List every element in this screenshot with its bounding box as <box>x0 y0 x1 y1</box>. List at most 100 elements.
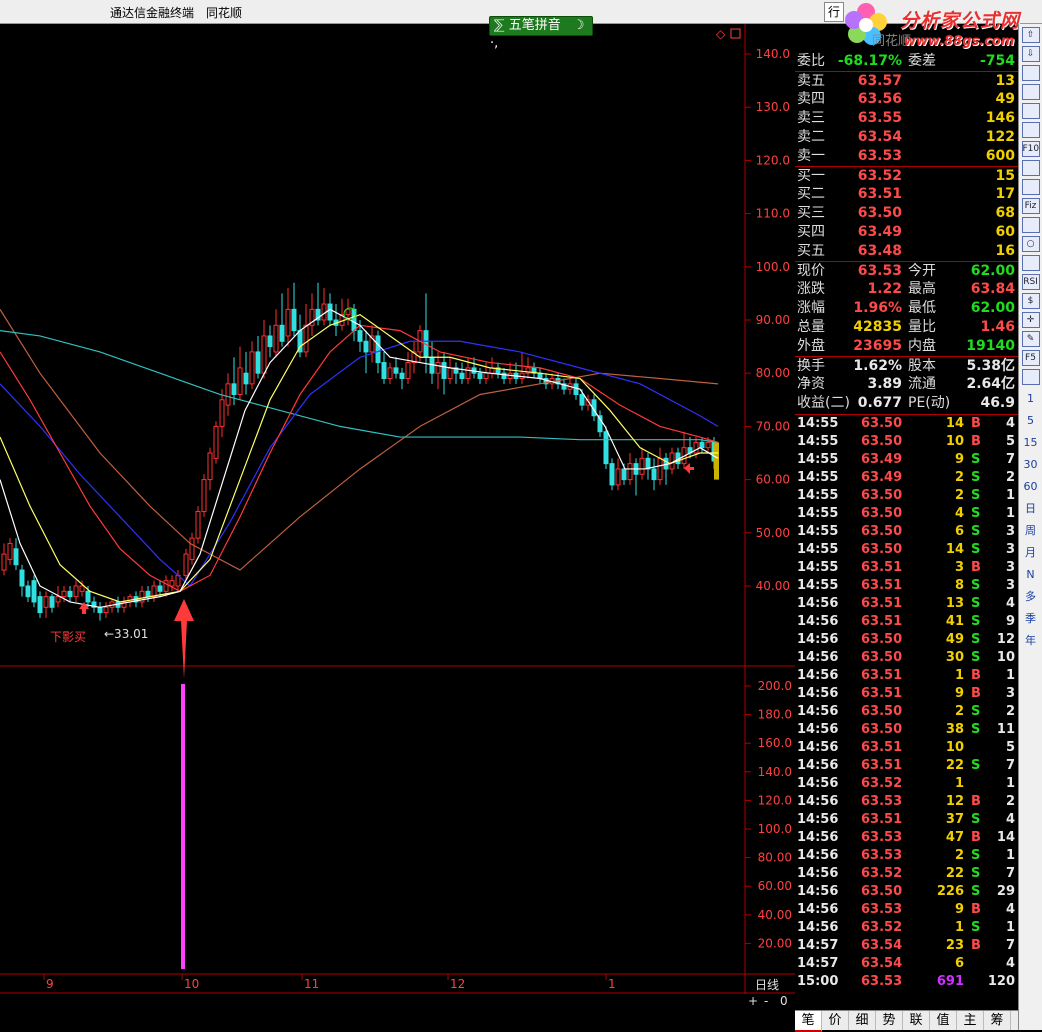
weibi-value: -68.17% <box>837 53 902 69</box>
chart-bg <box>0 24 795 1030</box>
sell-price: 63.55 <box>857 110 902 126</box>
buy-price: 63.51 <box>857 186 902 202</box>
bottom-tab[interactable]: 联 <box>903 1011 930 1030</box>
tick-side: S <box>971 758 981 773</box>
period-button[interactable]: 季 <box>1019 608 1042 630</box>
period-button[interactable]: 60 <box>1019 476 1042 498</box>
menu-item-tdx[interactable]: 通达信金融终端 <box>110 4 194 21</box>
stat-value2: 1.46 <box>980 319 1015 335</box>
price-axis-label: 100.0 <box>756 260 790 274</box>
buy-row: 买二 63.51 17 <box>795 185 1018 204</box>
stat-label2: 今开 <box>908 263 936 279</box>
tick-count: 3 <box>1005 686 1015 701</box>
period-button[interactable]: 1 <box>1019 388 1042 410</box>
sell-price: 63.56 <box>857 91 902 107</box>
pen-icon[interactable]: ✎ <box>1021 331 1040 347</box>
tick-time: 14:57 <box>797 938 839 953</box>
tick-count: 2 <box>1005 470 1015 485</box>
bottom-tab[interactable]: 势 <box>876 1011 903 1030</box>
zoom-reset-button[interactable]: 0 <box>780 994 788 1008</box>
tick-side: B <box>971 830 981 845</box>
period-button[interactable]: 5 <box>1019 410 1042 432</box>
sell-label: 卖二 <box>797 129 825 145</box>
zoom-in-button[interactable]: + <box>748 994 758 1008</box>
tick-volume: 691 <box>936 974 964 989</box>
tick-count: 1 <box>1005 848 1015 863</box>
candle <box>249 351 255 385</box>
zoom-out-button[interactable]: - <box>764 994 768 1008</box>
kline-chart[interactable]: 140.0 130.0 120.0 110.0 100.0 90.00 80.00 70.00… <box>0 24 795 1030</box>
tick-row: 14:56 63.52 1 S 1 <box>795 919 1018 937</box>
f5-icon[interactable]: F5 <box>1021 350 1040 366</box>
bottom-tab[interactable]: 主 <box>957 1011 984 1030</box>
tick-side: S <box>971 452 981 467</box>
candle <box>37 596 43 614</box>
bottom-tab[interactable]: 价 <box>822 1011 849 1030</box>
tick-volume: 23 <box>945 938 964 953</box>
swap-icon[interactable] <box>1021 369 1040 385</box>
tick-time: 14:55 <box>797 578 839 593</box>
sell-row: 卖三 63.55 146 <box>795 109 1018 128</box>
candle <box>279 324 285 342</box>
tick-price: 63.51 <box>861 740 903 755</box>
bottom-tab[interactable]: 笔 <box>795 1011 822 1032</box>
tick-volume: 2 <box>954 704 964 719</box>
period-button[interactable]: 年 <box>1019 630 1042 652</box>
logo: 同花顺 分析家公式网 www.88gs.com <box>842 0 1042 56</box>
candle-icon[interactable] <box>1021 103 1040 119</box>
candle <box>49 596 55 608</box>
candle <box>43 596 49 608</box>
candle <box>327 303 333 321</box>
tick-side: S <box>971 722 981 737</box>
tick-row: 14:56 63.51 1 B 1 <box>795 667 1018 685</box>
fund-icon[interactable] <box>1021 217 1040 233</box>
wave-icon[interactable] <box>1021 255 1040 271</box>
period-button[interactable]: N <box>1019 564 1042 586</box>
tick-volume: 226 <box>936 884 964 899</box>
dollar-icon[interactable]: $ <box>1021 293 1040 309</box>
period-button[interactable]: 30 <box>1019 454 1042 476</box>
stat-value: 23695 <box>853 338 902 354</box>
tick-count: 5 <box>1005 434 1015 449</box>
tick-volume: 12 <box>945 794 964 809</box>
candle <box>151 585 157 598</box>
candle <box>363 340 369 353</box>
main-menu-button[interactable]: 行 <box>824 2 844 22</box>
period-button[interactable]: 多 <box>1019 586 1042 608</box>
candle <box>183 553 189 576</box>
bar-icon[interactable] <box>1021 122 1040 138</box>
cross-icon[interactable]: ✛ <box>1021 312 1040 328</box>
low-price-label: ←33.01 <box>104 627 148 641</box>
tick-time: 14:56 <box>797 596 839 611</box>
ime-toolbar[interactable]: ⅀ 五笔拼音 ☽ ·, <box>489 16 593 51</box>
fiz-icon[interactable]: Fiz <box>1021 198 1040 214</box>
sell-row: 卖一 63.53 600 <box>795 147 1018 166</box>
tick-time: 14:56 <box>797 668 839 683</box>
stat-label2: 量比 <box>908 319 936 335</box>
bottom-tab[interactable]: 细 <box>849 1011 876 1030</box>
f10-icon[interactable]: F10 <box>1021 141 1040 157</box>
candle <box>357 330 363 342</box>
up-arrow-icon[interactable]: ⇧ <box>1021 27 1040 43</box>
kline-icon[interactable] <box>1021 65 1040 81</box>
tick-time: 14:56 <box>797 686 839 701</box>
ime-mode-icon: ⅀ <box>494 18 505 33</box>
rsi-icon[interactable]: RSI <box>1021 274 1040 290</box>
line-chart-icon[interactable] <box>1021 84 1040 100</box>
book-icon[interactable] <box>1021 179 1040 195</box>
bottom-tab[interactable]: 筹 <box>984 1011 1011 1030</box>
period-button[interactable]: 月 <box>1019 542 1042 564</box>
grid-icon[interactable] <box>1021 160 1040 176</box>
menu-item-ths[interactable]: 同花顺 <box>206 4 242 21</box>
candle <box>195 511 201 539</box>
down-arrow-icon[interactable]: ⇩ <box>1021 46 1040 62</box>
circle-icon[interactable]: ○ <box>1021 236 1040 252</box>
tick-count: 1 <box>1005 920 1015 935</box>
period-button[interactable]: 日 <box>1019 498 1042 520</box>
bottom-tab[interactable]: 值 <box>930 1011 957 1030</box>
tick-price: 63.50 <box>861 488 903 503</box>
fund-value2: 5.38亿 <box>966 358 1015 374</box>
tick-side: B <box>971 902 981 917</box>
period-button[interactable]: 周 <box>1019 520 1042 542</box>
period-button[interactable]: 15 <box>1019 432 1042 454</box>
